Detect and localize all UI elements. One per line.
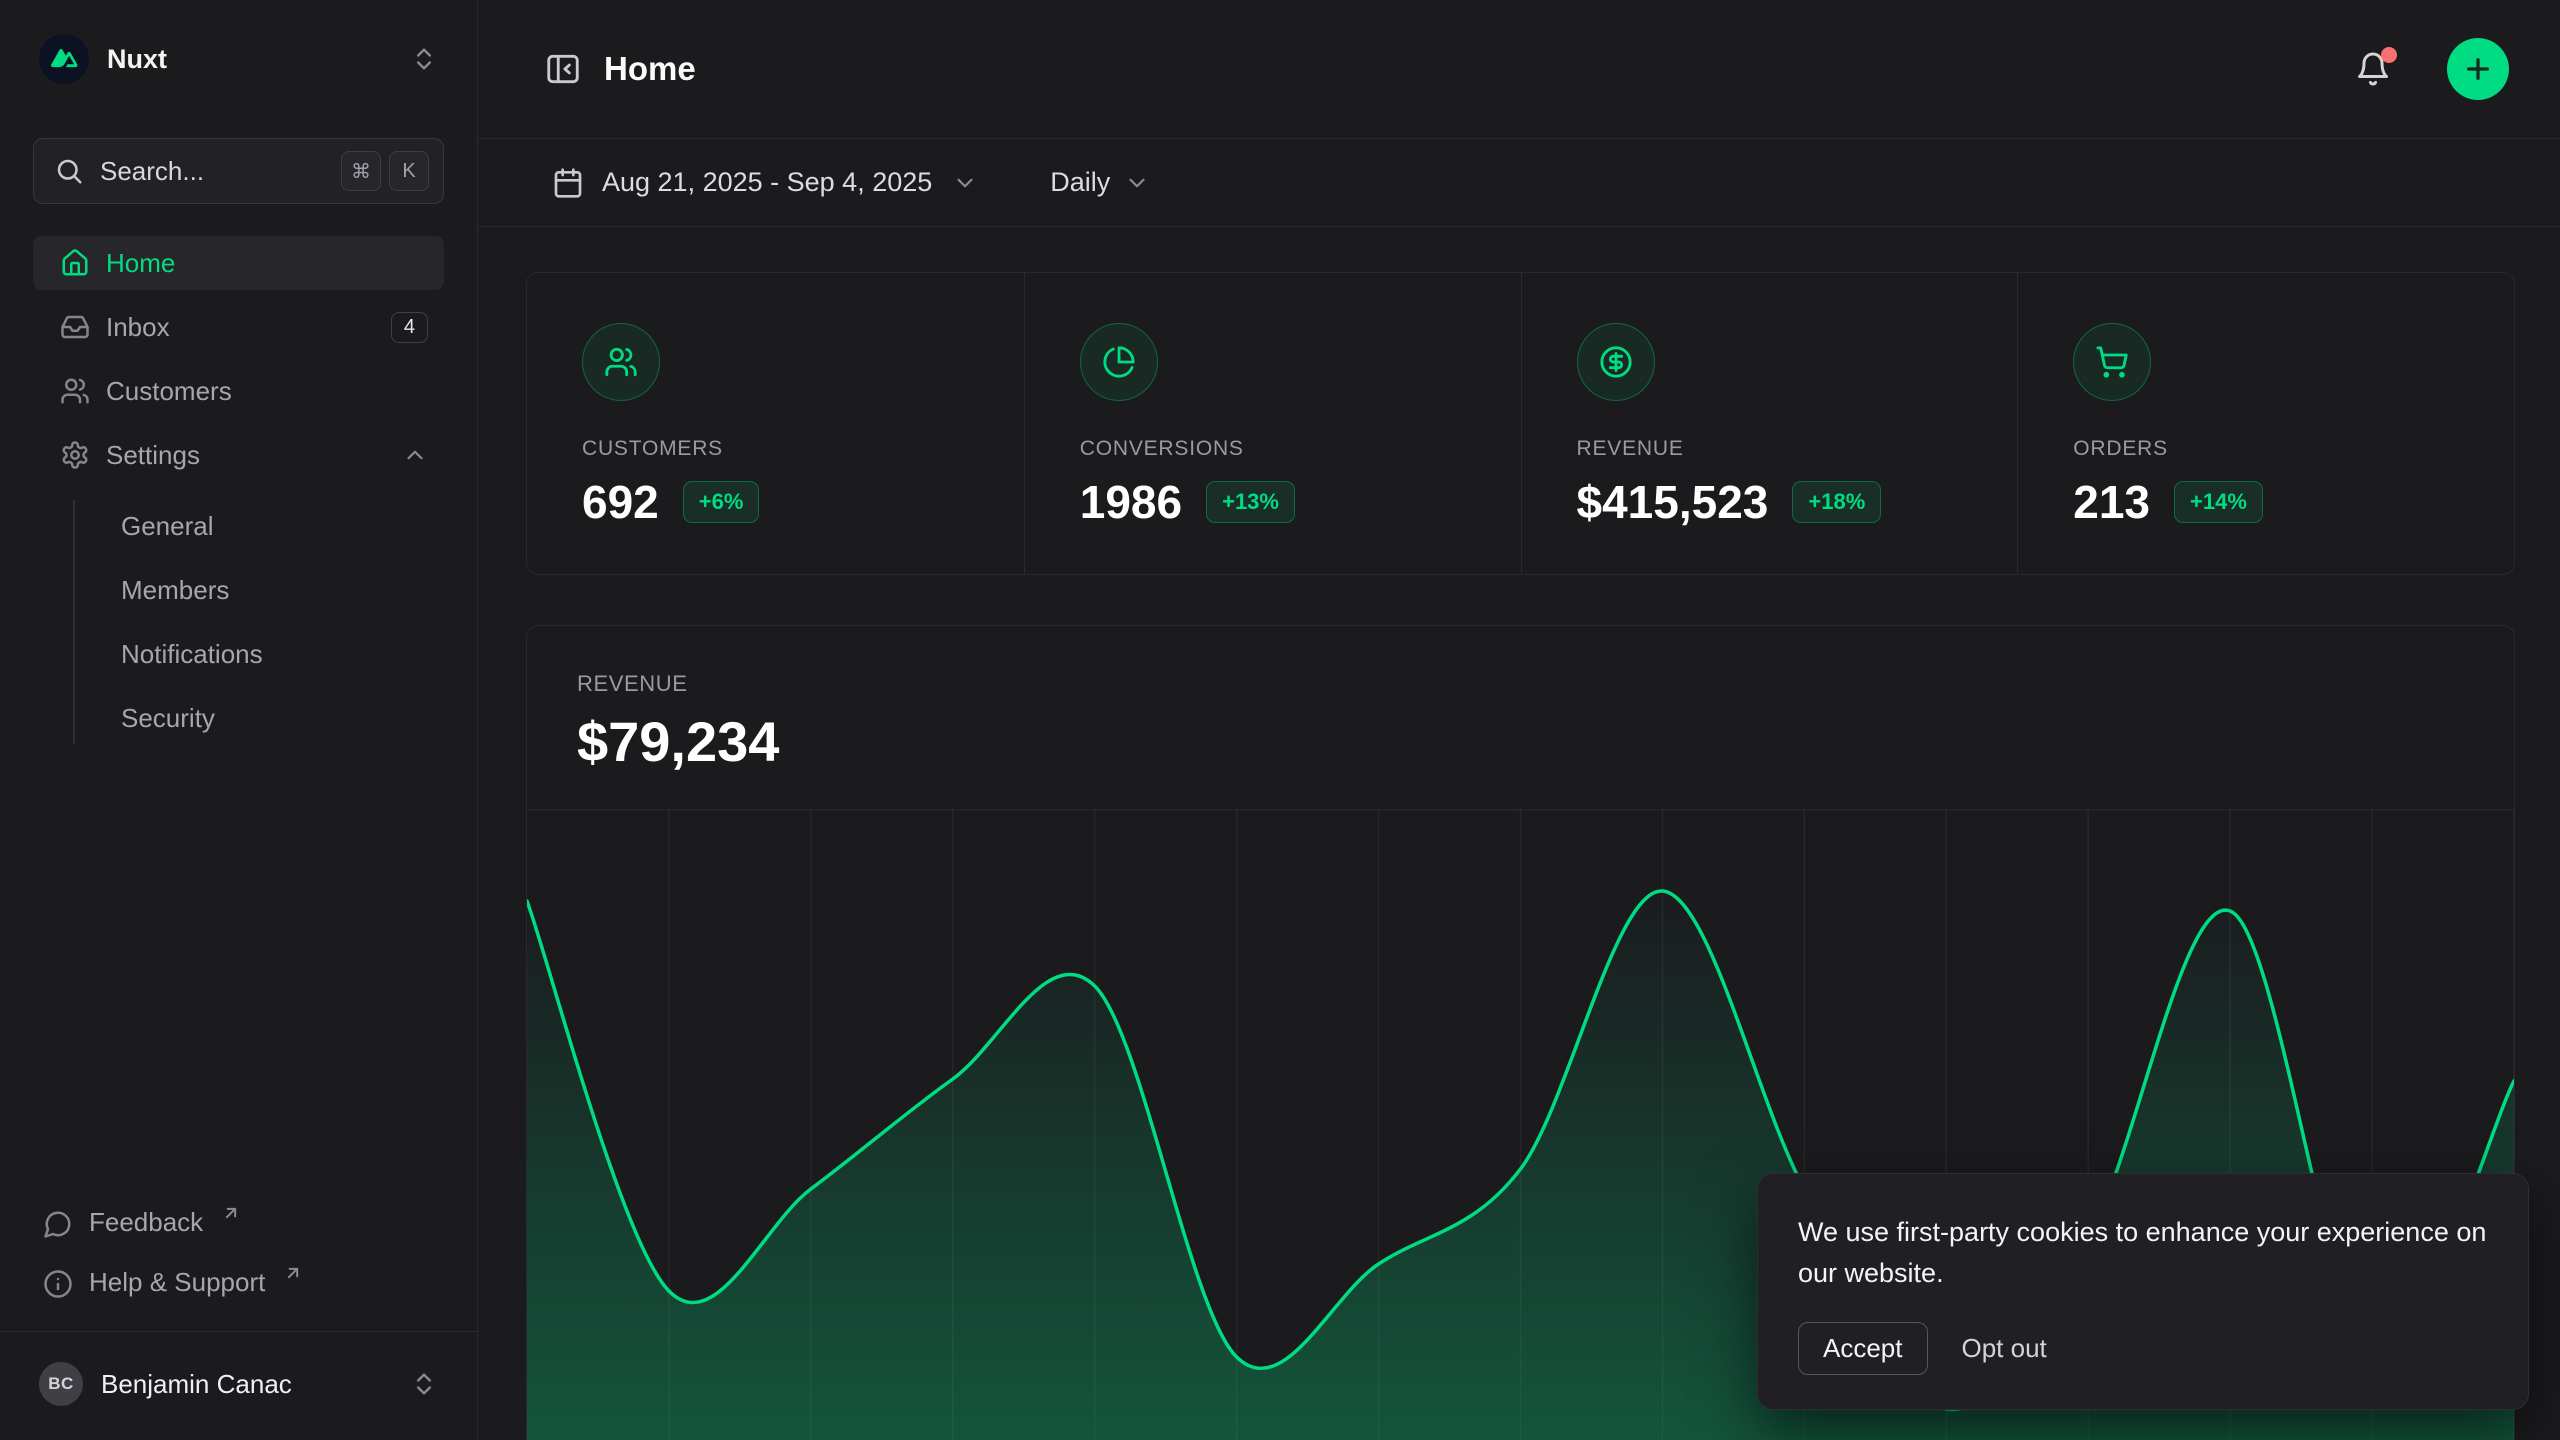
- home-icon: [60, 248, 90, 278]
- chevron-down-icon: [1124, 170, 1150, 196]
- stat-value: 692: [582, 475, 659, 529]
- stat-label: CUSTOMERS: [582, 437, 994, 461]
- opt-out-button[interactable]: Opt out: [1958, 1323, 2051, 1374]
- sidebar-item-security[interactable]: Security: [121, 686, 444, 750]
- sidebar-item-label: Inbox: [106, 312, 375, 343]
- sidebar-item-inbox[interactable]: Inbox 4: [33, 300, 444, 354]
- external-link-icon: [283, 1263, 303, 1283]
- inbox-count-badge: 4: [391, 312, 428, 343]
- page-header: Home: [478, 0, 2560, 139]
- pie-chart-icon: [1080, 323, 1158, 401]
- external-link-icon: [221, 1203, 241, 1223]
- plus-icon: [2462, 53, 2494, 85]
- granularity-value: Daily: [1050, 167, 1110, 198]
- stat-label: REVENUE: [1577, 437, 1988, 461]
- sidebar: Nuxt Search... ⌘ K Home Inbox 4: [0, 0, 478, 1440]
- search-placeholder: Search...: [100, 156, 333, 187]
- subnav-label: Members: [121, 575, 229, 606]
- app-window: Nuxt Search... ⌘ K Home Inbox 4: [0, 0, 2560, 1440]
- search-input[interactable]: Search... ⌘ K: [33, 138, 444, 204]
- sidebar-item-feedback[interactable]: Feedback: [33, 1193, 444, 1253]
- stat-value: 1986: [1080, 475, 1182, 529]
- granularity-select[interactable]: Daily: [1050, 167, 1150, 198]
- sidebar-item-settings[interactable]: Settings: [33, 428, 444, 482]
- nuxt-logo-icon: [39, 34, 89, 84]
- date-range-value: Aug 21, 2025 - Sep 4, 2025: [602, 167, 932, 198]
- sidebar-item-notifications[interactable]: Notifications: [121, 622, 444, 686]
- kbd-cmd: ⌘: [341, 151, 381, 191]
- stat-card-conversions: CONVERSIONS 1986 +13%: [1024, 273, 1521, 574]
- stat-value: 213: [2073, 475, 2150, 529]
- workspace-name: Nuxt: [107, 44, 392, 75]
- gear-icon: [60, 440, 90, 470]
- sidebar-item-home[interactable]: Home: [33, 236, 444, 290]
- subnav-label: Notifications: [121, 639, 263, 670]
- stat-card-orders: ORDERS 213 +14%: [2017, 273, 2514, 574]
- chevrons-up-down-icon: [410, 1370, 438, 1398]
- user-name: Benjamin Canac: [101, 1369, 392, 1400]
- inbox-icon: [60, 312, 90, 342]
- sidebar-item-label: Help & Support: [89, 1267, 265, 1298]
- stat-delta-badge: +14%: [2174, 481, 2263, 523]
- revenue-chart-value: $79,234: [577, 711, 2464, 773]
- sidebar-item-customers[interactable]: Customers: [33, 364, 444, 418]
- avatar: BC: [39, 1362, 83, 1406]
- sidebar-item-general[interactable]: General: [121, 494, 444, 558]
- users-icon: [582, 323, 660, 401]
- stat-delta-badge: +18%: [1792, 481, 1881, 523]
- users-icon: [60, 376, 90, 406]
- cookie-banner: We use first-party cookies to enhance yo…: [1757, 1173, 2529, 1410]
- sidebar-item-label: Home: [106, 248, 428, 279]
- kbd-k: K: [389, 151, 429, 191]
- stat-card-customers: CUSTOMERS 692 +6%: [527, 273, 1024, 574]
- chat-bubble-icon: [43, 1209, 73, 1239]
- revenue-chart-label: REVENUE: [577, 671, 2464, 697]
- subnav-label: Security: [121, 703, 215, 734]
- date-range-picker[interactable]: Aug 21, 2025 - Sep 4, 2025: [552, 167, 978, 199]
- add-button[interactable]: [2447, 38, 2509, 100]
- sidebar-item-label: Feedback: [89, 1207, 203, 1238]
- page-title: Home: [604, 50, 2355, 88]
- circle-dollar-icon: [1577, 323, 1655, 401]
- chevrons-up-down-icon: [410, 45, 438, 73]
- notification-dot: [2381, 47, 2397, 63]
- sidebar-item-members[interactable]: Members: [121, 558, 444, 622]
- cookie-message: We use first-party cookies to enhance yo…: [1798, 1212, 2488, 1294]
- stats-panel: CUSTOMERS 692 +6% CONVERSIONS 1986 +13%: [526, 272, 2515, 575]
- sidebar-nav: Home Inbox 4 Customers Settings General: [33, 236, 444, 750]
- info-circle-icon: [43, 1269, 73, 1299]
- chevron-down-icon: [952, 170, 978, 196]
- sidebar-item-label: Settings: [106, 440, 386, 471]
- subnav-label: General: [121, 511, 214, 542]
- filters-toolbar: Aug 21, 2025 - Sep 4, 2025 Daily: [478, 139, 2560, 227]
- panel-left-icon[interactable]: [544, 50, 582, 88]
- chevron-up-icon: [402, 442, 428, 468]
- search-icon: [54, 156, 84, 186]
- sidebar-spacer: [33, 750, 444, 1193]
- accept-button[interactable]: Accept: [1798, 1322, 1928, 1375]
- stat-label: CONVERSIONS: [1080, 437, 1491, 461]
- shopping-cart-icon: [2073, 323, 2151, 401]
- calendar-icon: [552, 167, 584, 199]
- stat-delta-badge: +13%: [1206, 481, 1295, 523]
- sidebar-divider: [0, 1331, 477, 1332]
- stat-label: ORDERS: [2073, 437, 2484, 461]
- stat-card-revenue: REVENUE $415,523 +18%: [1521, 273, 2018, 574]
- notifications-button[interactable]: [2355, 51, 2391, 87]
- workspace-switcher[interactable]: Nuxt: [33, 30, 444, 88]
- user-menu[interactable]: BC Benjamin Canac: [33, 1356, 444, 1412]
- settings-subnav: General Members Notifications Security: [33, 494, 444, 750]
- sidebar-item-help-support[interactable]: Help & Support: [33, 1253, 444, 1313]
- stat-value: $415,523: [1577, 475, 1769, 529]
- sidebar-item-label: Customers: [106, 376, 428, 407]
- stat-delta-badge: +6%: [683, 481, 760, 523]
